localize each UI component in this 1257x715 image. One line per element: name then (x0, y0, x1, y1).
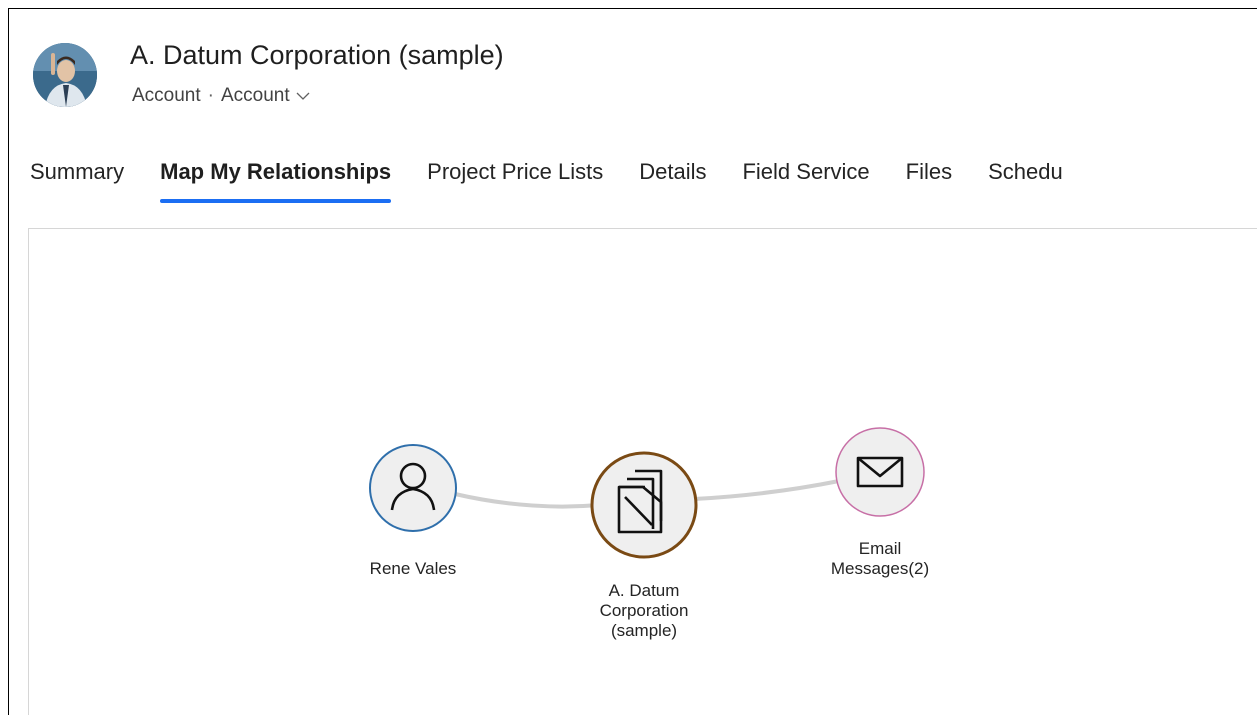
tab-files[interactable]: Files (906, 151, 952, 203)
tab-summary[interactable]: Summary (30, 151, 124, 203)
record-subtitle: Account · Account (132, 85, 310, 107)
record-avatar (33, 43, 97, 107)
node-label-account: A. Datum Corporation (sample) (599, 581, 689, 640)
form-name: Account (220, 85, 290, 106)
node-account-a-datum[interactable] (590, 451, 698, 559)
avatar-photo-icon (33, 43, 97, 107)
edge-contact-account (454, 492, 600, 509)
edge-account-email (693, 479, 840, 501)
node-contact-rene-vales[interactable] (369, 444, 457, 532)
form-tabs: Summary Map My Relationships Project Pri… (30, 151, 1257, 203)
entity-name: Account (132, 85, 201, 106)
node-ring (590, 451, 698, 559)
relationship-map-panel: Rene Vales A. Datum Corporation (sample)… (28, 228, 1257, 715)
tab-details[interactable]: Details (639, 151, 706, 203)
node-email-messages[interactable] (835, 427, 925, 517)
subtitle-separator: · (207, 85, 214, 106)
node-label-email: Email Messages(2) (830, 539, 930, 578)
node-ring (835, 427, 925, 517)
record-title: A. Datum Corporation (sample) (130, 40, 504, 70)
tab-field-service[interactable]: Field Service (742, 151, 869, 203)
tab-scheduling-cut[interactable]: Schedu (988, 151, 1063, 203)
tab-project-price-lists[interactable]: Project Price Lists (427, 151, 603, 203)
tab-map-my-relationships[interactable]: Map My Relationships (160, 151, 392, 203)
app-frame: A. Datum Corporation (sample) Account · … (8, 8, 1257, 715)
chevron-down-icon (296, 91, 310, 101)
node-label-contact: Rene Vales (369, 559, 457, 578)
form-selector[interactable]: Account (221, 85, 310, 107)
relationship-graph (369, 427, 925, 559)
